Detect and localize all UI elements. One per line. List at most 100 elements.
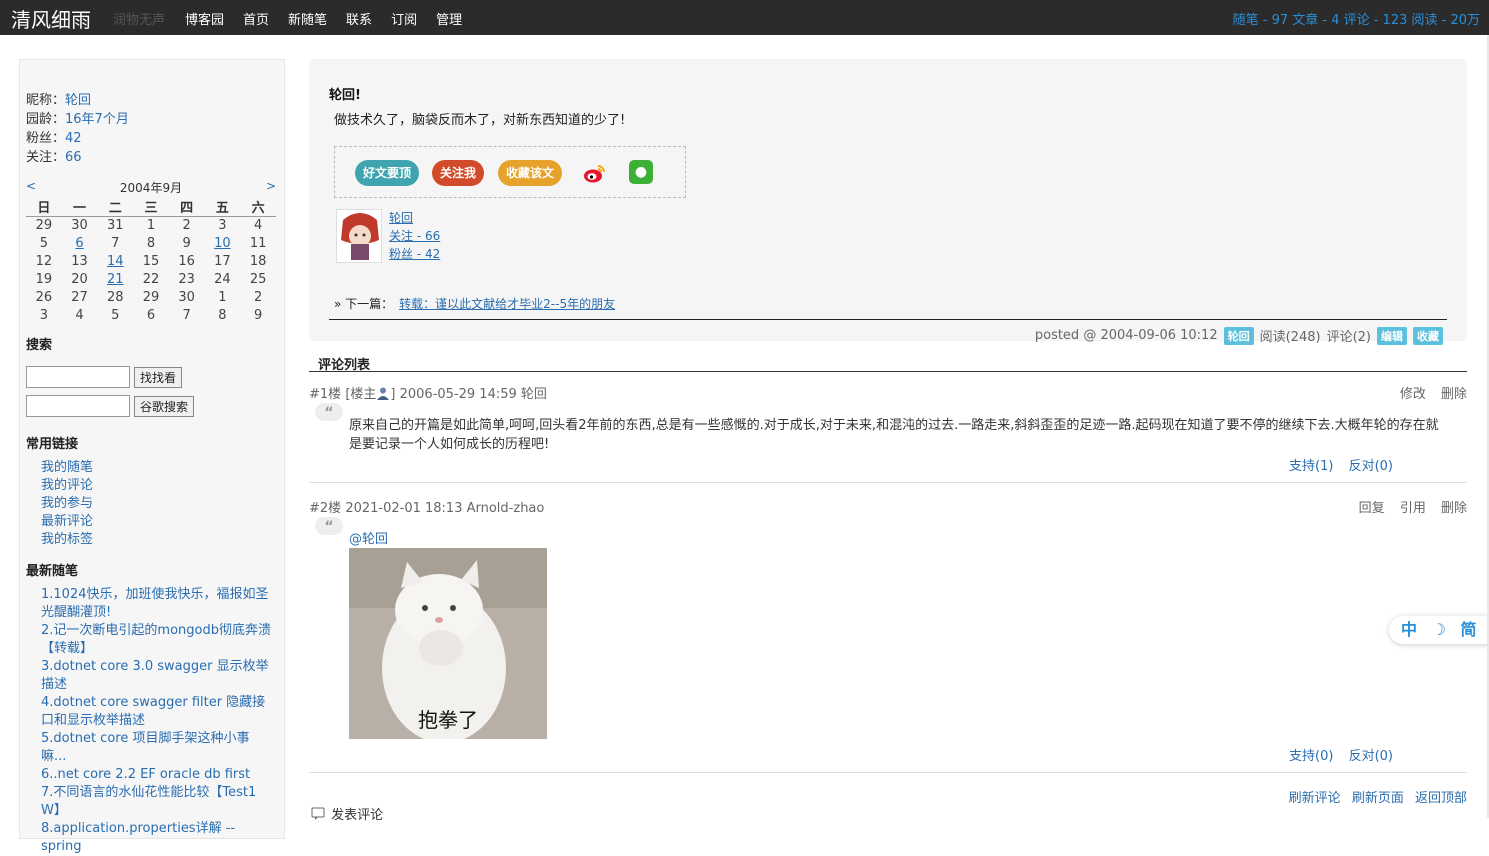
link-my-tags[interactable]: 我的标签 bbox=[41, 531, 93, 549]
recent-post-item[interactable]: 3.dotnet core 3.0 swagger 显示枚举描述 bbox=[41, 658, 271, 694]
post-comment-label: 发表评论 bbox=[331, 808, 384, 823]
calendar-day: 1 bbox=[218, 290, 227, 305]
blog-age-link[interactable]: 16年7个月 bbox=[65, 112, 129, 127]
comment-count[interactable]: 评论(2) bbox=[1327, 326, 1371, 345]
calendar-day-link[interactable]: 6 bbox=[62, 235, 98, 253]
comment-delete-button[interactable]: 删除 bbox=[1441, 501, 1467, 516]
author-tag[interactable]: 轮回 bbox=[1223, 326, 1254, 345]
comment-author[interactable]: Arnold-zhao bbox=[467, 501, 545, 516]
link-my-participation[interactable]: 我的参与 bbox=[41, 495, 93, 513]
calendar-day: 4 bbox=[253, 218, 263, 234]
follow-button[interactable]: 关注我 bbox=[432, 160, 484, 186]
recent-post-item[interactable]: 4.dotnet core swagger filter 隐藏接口和显示枚举描述 bbox=[41, 694, 271, 730]
calendar-day: 1 bbox=[146, 218, 156, 234]
calendar-prev-button[interactable]: < bbox=[26, 179, 36, 193]
favorite-button[interactable]: 收藏该文 bbox=[498, 160, 562, 186]
calendar-day: 7 bbox=[111, 236, 120, 251]
comment-quote-button[interactable]: 引用 bbox=[1400, 501, 1426, 516]
profile-info: 昵称：轮回 园龄：16年7个月 粉丝：42 关注：66 bbox=[26, 91, 129, 167]
calendar-day: 5 bbox=[39, 236, 48, 251]
refresh-comments-link[interactable]: 刷新评论 bbox=[1289, 791, 1341, 806]
refresh-page-link[interactable]: 刷新页面 bbox=[1352, 791, 1404, 806]
calendar-month: 2004年9月 bbox=[119, 181, 183, 195]
calendar-day: 28 bbox=[106, 290, 124, 305]
author-followers-link[interactable]: 粉丝 - 42 bbox=[389, 245, 440, 263]
wechat-icon[interactable]: ● bbox=[629, 160, 653, 184]
links-title: 常用链接 bbox=[26, 437, 79, 452]
search-input[interactable] bbox=[26, 366, 130, 388]
following-link[interactable]: 66 bbox=[65, 150, 82, 165]
next-post-label: » 下一篇： bbox=[334, 297, 394, 311]
calendar-weekday: 六 bbox=[240, 197, 276, 217]
recent-post-item[interactable]: 8.application.properties详解 --spring bbox=[41, 820, 271, 856]
avatar[interactable] bbox=[336, 209, 382, 263]
calendar-day: 15 bbox=[142, 254, 160, 269]
moon-icon[interactable]: ☽ bbox=[1432, 620, 1446, 639]
calendar-next-button[interactable]: > bbox=[266, 179, 276, 193]
calendar-day: 13 bbox=[71, 254, 88, 269]
next-post: » 下一篇： 转载：谨以此文献给才毕业2--5年的朋友 bbox=[334, 295, 615, 312]
nickname-link[interactable]: 轮回 bbox=[65, 93, 91, 108]
calendar-day: 8 bbox=[146, 236, 156, 251]
link-latest-comments[interactable]: 最新评论 bbox=[41, 513, 93, 531]
comment-delete-button[interactable]: 删除 bbox=[1441, 387, 1467, 402]
calendar-day-link[interactable]: 14 bbox=[97, 253, 133, 271]
recommend-button[interactable]: 好文要顶 bbox=[355, 160, 419, 186]
fav-button[interactable]: 收藏 bbox=[1413, 326, 1443, 345]
calendar-day: 18 bbox=[249, 254, 267, 269]
lang-chinese-button[interactable]: 中 bbox=[1401, 620, 1417, 639]
link-my-posts[interactable]: 我的随笔 bbox=[41, 459, 93, 477]
nav-admin[interactable]: 管理 bbox=[436, 9, 462, 28]
comment-floor[interactable]: #2楼 bbox=[309, 501, 341, 516]
google-search-button[interactable]: 谷歌搜索 bbox=[134, 395, 195, 417]
calendar-day-link[interactable]: 21 bbox=[97, 271, 133, 289]
author-name-link[interactable]: 轮回 bbox=[389, 209, 440, 227]
recent-post-item[interactable]: 7.不同语言的水仙花性能比较【Test1 W】 bbox=[41, 784, 271, 820]
recent-post-item[interactable]: 5.dotnet core 项目脚手架这种小事嘛... bbox=[41, 730, 271, 766]
calendar-day: 12 bbox=[35, 254, 53, 269]
nav-subscribe[interactable]: 订阅 bbox=[391, 9, 417, 28]
calendar-day: 16 bbox=[178, 254, 195, 269]
common-links: 我的随笔 我的评论 我的参与 最新评论 我的标签 bbox=[41, 459, 93, 549]
calendar-day: 9 bbox=[182, 236, 191, 251]
comment-floor[interactable]: #1楼 bbox=[309, 387, 341, 402]
nav-new-post[interactable]: 新随笔 bbox=[288, 9, 327, 28]
followers-link[interactable]: 42 bbox=[65, 131, 82, 146]
comment-mention[interactable]: @轮回 bbox=[349, 530, 1449, 549]
post-footer: posted @ 2004-09-06 10:12 轮回 阅读(248) 评论(… bbox=[1035, 326, 1443, 345]
search-button[interactable]: 找找看 bbox=[134, 366, 183, 388]
support-button[interactable]: 支持(0) bbox=[1289, 749, 1333, 764]
calendar-day: 3 bbox=[218, 218, 227, 234]
oppose-button[interactable]: 反对(0) bbox=[1349, 749, 1393, 764]
support-button[interactable]: 支持(1) bbox=[1289, 459, 1333, 474]
comment-reply-button[interactable]: 回复 bbox=[1359, 501, 1385, 516]
share-box: 好文要顶 关注我 收藏该文 ● bbox=[334, 146, 686, 198]
calendar-day-link[interactable]: 10 bbox=[205, 235, 241, 253]
comment-author[interactable]: 轮回 bbox=[521, 387, 547, 402]
weibo-icon[interactable] bbox=[583, 161, 607, 185]
meme-image: 抱拳了 bbox=[349, 548, 547, 739]
calendar-day: 20 bbox=[71, 272, 88, 287]
nav-contact[interactable]: 联系 bbox=[346, 9, 372, 28]
post-body: 做技术久了，脑袋反而木了，对新东西知道的少了! bbox=[334, 113, 626, 128]
recent-post-item[interactable]: 1.1024快乐，加班使我快乐，福报如圣光醍醐灌顶! bbox=[41, 586, 271, 622]
simplified-button[interactable]: 简 bbox=[1461, 620, 1477, 639]
calendar-day: 29 bbox=[142, 290, 160, 305]
google-search-input[interactable] bbox=[26, 395, 130, 417]
nav-home[interactable]: 首页 bbox=[243, 9, 269, 28]
comment-edit-button[interactable]: 修改 bbox=[1400, 387, 1426, 402]
next-post-link[interactable]: 转载：谨以此文献给才毕业2--5年的朋友 bbox=[399, 297, 615, 311]
back-to-top-link[interactable]: 返回顶部 bbox=[1415, 791, 1467, 806]
nav-cnblogs[interactable]: 博客园 bbox=[185, 9, 224, 28]
top-bar: 清风细雨 润物无声 博客园 首页 新随笔 联系 订阅 管理 随笔 - 97 文章… bbox=[0, 0, 1489, 35]
link-my-comments[interactable]: 我的评论 bbox=[41, 477, 93, 495]
edit-button[interactable]: 编辑 bbox=[1377, 326, 1407, 345]
oppose-button[interactable]: 反对(0) bbox=[1349, 459, 1393, 474]
recent-post-item[interactable]: 6..net core 2.2 EF oracle db first bbox=[41, 766, 271, 784]
posted-date: posted @ 2004-09-06 10:12 bbox=[1034, 328, 1218, 343]
owner-icon bbox=[377, 387, 390, 400]
post-title[interactable]: 轮回! bbox=[329, 84, 361, 103]
author-following-link[interactable]: 关注 - 66 bbox=[389, 227, 440, 245]
site-title[interactable]: 清风细雨 bbox=[11, 4, 91, 33]
recent-post-item[interactable]: 2.记一次断电引起的mongodb彻底奔溃【转载】 bbox=[41, 622, 271, 658]
